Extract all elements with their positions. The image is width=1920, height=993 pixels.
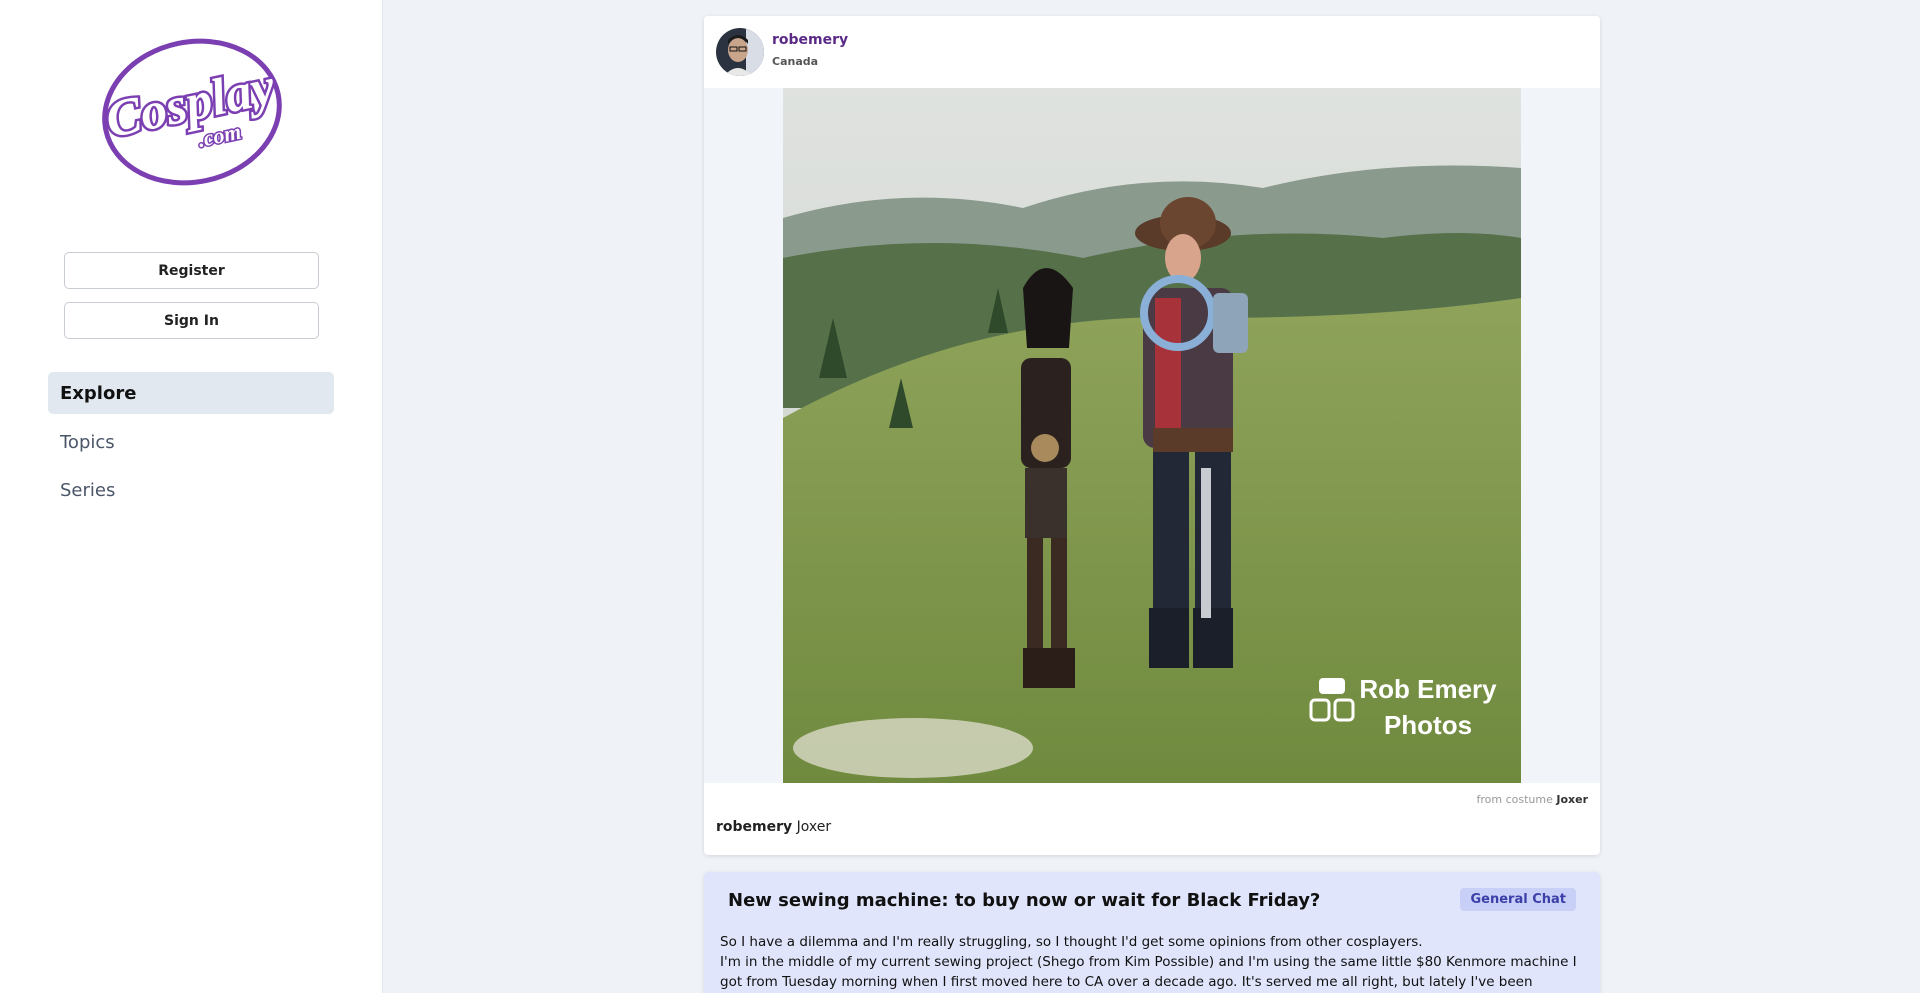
nav-item-explore[interactable]: Explore	[48, 372, 334, 414]
post-username[interactable]: robemery	[772, 32, 848, 48]
cosplay-logo[interactable]: Cosplay .com	[96, 36, 288, 188]
nav-item-series[interactable]: Series	[48, 469, 334, 511]
topic-body-line: I'm in the middle of my current sewing p…	[720, 954, 1577, 990]
topic-body-line: So I have a dilemma and I'm really strug…	[720, 934, 1423, 950]
post-header: robemery Canada	[704, 16, 1600, 88]
post-caption: robemery Joxer	[716, 819, 831, 835]
nav-item-topics[interactable]: Topics	[48, 421, 334, 463]
topic-card[interactable]: New sewing machine: to buy now or wait f…	[704, 872, 1600, 993]
watermark-line2: Photos	[1384, 710, 1472, 740]
post-card: robemery Canada Rob Emery Photos from co…	[704, 16, 1600, 855]
from-prefix: from costume	[1476, 793, 1553, 806]
sign-in-button[interactable]: Sign In	[64, 302, 319, 339]
caption-username[interactable]: robemery	[716, 819, 792, 835]
topic-title[interactable]: New sewing machine: to buy now or wait f…	[728, 890, 1320, 911]
photo-area: Rob Emery Photos	[704, 88, 1600, 783]
topic-category-badge[interactable]: General Chat	[1460, 888, 1576, 911]
caption-text: Joxer	[796, 819, 832, 835]
post-location: Canada	[772, 55, 819, 68]
sidebar: Cosplay .com Register Sign In Explore To…	[0, 0, 383, 993]
watermark-line1: Rob Emery	[1359, 674, 1497, 704]
topic-excerpt: So I have a dilemma and I'm really strug…	[720, 932, 1580, 993]
avatar[interactable]	[716, 28, 764, 76]
cosplay-photo[interactable]: Rob Emery Photos	[783, 88, 1521, 783]
costume-link[interactable]: Joxer	[1556, 793, 1588, 806]
from-costume: from costume Joxer	[1476, 793, 1588, 806]
register-button[interactable]: Register	[64, 252, 319, 289]
